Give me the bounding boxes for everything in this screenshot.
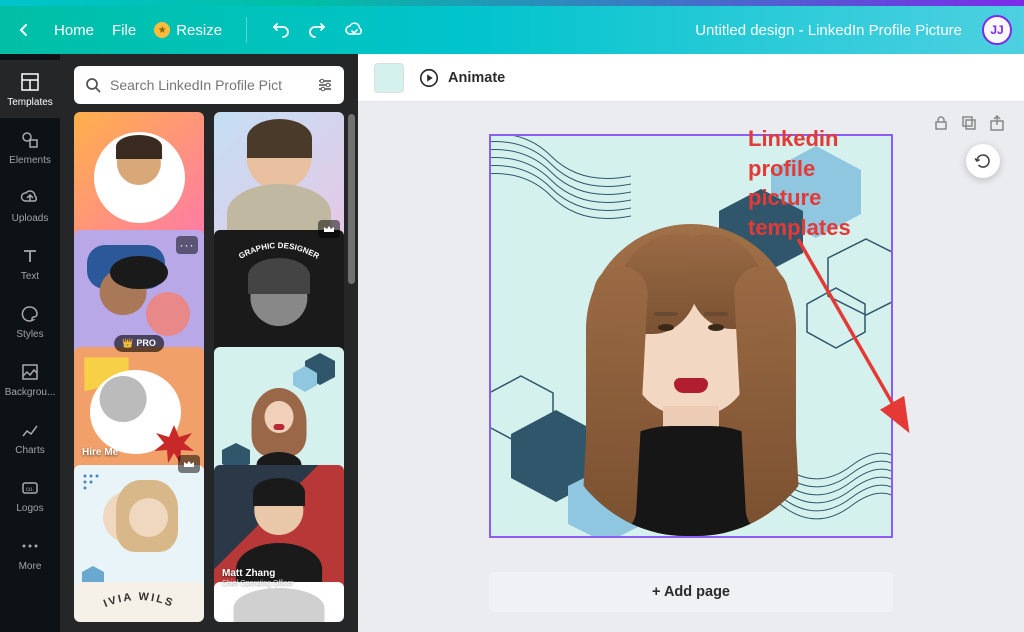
templates-icon <box>18 70 42 94</box>
elements-icon <box>18 128 42 152</box>
crown-icon <box>318 220 340 238</box>
pro-badge: 👑 PRO <box>114 335 164 352</box>
nav-label: Charts <box>15 445 44 456</box>
back-icon[interactable] <box>12 18 36 42</box>
animate-label: Animate <box>448 70 505 86</box>
nav-label: Templates <box>7 97 53 108</box>
add-page-button[interactable]: + Add page <box>489 572 893 612</box>
nav-label: More <box>19 561 42 572</box>
redo-icon[interactable] <box>307 20 327 40</box>
nav-charts[interactable]: Charts <box>0 408 60 466</box>
template-text: Matt Zhang Chief Operating Officer <box>222 568 293 588</box>
nav-label: Text <box>21 271 39 282</box>
nav-logos[interactable]: co. Logos <box>0 466 60 524</box>
template-thumbnail[interactable]: Matt Zhang Chief Operating Officer <box>214 465 344 595</box>
nav-elements[interactable]: Elements <box>0 118 60 176</box>
home-link[interactable]: Home <box>54 22 94 39</box>
undo-icon[interactable] <box>271 20 291 40</box>
search-box[interactable] <box>74 66 344 104</box>
scrollbar-thumb[interactable] <box>348 114 355 284</box>
template-text: Hire Me <box>82 447 118 459</box>
resize-label: Resize <box>176 22 222 39</box>
uploads-icon <box>18 186 42 210</box>
more-icon <box>18 534 42 558</box>
canvas-toolbar: Animate <box>358 54 1024 102</box>
nav-label: Logos <box>16 503 43 514</box>
logos-icon: co. <box>18 476 42 500</box>
background-color-swatch[interactable] <box>374 63 404 93</box>
template-thumbnail[interactable]: GRAPHIC DESIGNER <box>214 230 344 360</box>
document-title[interactable]: Untitled design - LinkedIn Profile Pictu… <box>695 22 962 39</box>
nav-label: Elements <box>9 155 51 166</box>
nav-rail: Templates Elements Uploads Text Styles B… <box>0 54 60 632</box>
styles-icon <box>18 302 42 326</box>
nav-label: Backgrou... <box>5 387 56 398</box>
annotation-arrow <box>768 229 918 459</box>
nav-more[interactable]: More <box>0 524 60 582</box>
charts-icon <box>18 418 42 442</box>
text-icon <box>18 244 42 268</box>
template-thumbnail[interactable]: IVIA WILS <box>74 582 204 622</box>
svg-text:IVIA WILS: IVIA WILS <box>102 591 176 610</box>
canvas-area: Animate <box>358 54 1024 632</box>
header-icons-cluster <box>271 20 365 40</box>
nav-uploads[interactable]: Uploads <box>0 176 60 234</box>
crown-icon <box>178 455 200 473</box>
nav-styles[interactable]: Styles <box>0 292 60 350</box>
filter-icon[interactable] <box>316 76 334 94</box>
resize-button[interactable]: ★ Resize <box>154 22 222 39</box>
template-thumbnail[interactable] <box>74 112 204 242</box>
template-thumbnail[interactable] <box>74 465 204 595</box>
more-icon[interactable]: ··· <box>176 236 198 254</box>
cloud-sync-icon[interactable] <box>343 20 365 40</box>
nav-background[interactable]: Backgrou... <box>0 350 60 408</box>
user-avatar[interactable]: JJ <box>982 15 1012 45</box>
search-input[interactable] <box>110 77 308 93</box>
nav-text[interactable]: Text <box>0 234 60 292</box>
file-menu[interactable]: File <box>112 22 136 39</box>
template-thumbnail[interactable] <box>214 347 344 477</box>
app-header: Home File ★ Resize Untitled design - Lin… <box>0 6 1024 54</box>
nav-label: Styles <box>16 329 43 340</box>
resize-crown-icon: ★ <box>154 22 170 38</box>
animate-icon <box>418 67 440 89</box>
wavy-lines-decoration <box>489 134 631 236</box>
nav-label: Uploads <box>12 213 49 224</box>
divider <box>246 17 247 43</box>
canvas-viewport <box>358 102 1024 632</box>
background-icon <box>18 360 42 384</box>
templates-grid: ··· 👑 PRO GRAPHIC DESIGNER Hire Me <box>60 112 358 632</box>
svg-text:co.: co. <box>26 487 34 493</box>
annotation-text: Linkedin profile picture templates <box>748 124 851 243</box>
animate-button[interactable]: Animate <box>418 67 505 89</box>
nav-templates[interactable]: Templates <box>0 60 60 118</box>
header-left-cluster: Home File ★ Resize <box>12 17 365 43</box>
template-thumbnail[interactable] <box>214 112 344 242</box>
template-thumbnail[interactable]: Hire Me <box>74 347 204 477</box>
template-thumbnail[interactable]: ··· 👑 PRO <box>74 230 204 360</box>
search-icon <box>84 76 102 94</box>
templates-panel: ··· 👑 PRO GRAPHIC DESIGNER Hire Me <box>60 54 358 632</box>
